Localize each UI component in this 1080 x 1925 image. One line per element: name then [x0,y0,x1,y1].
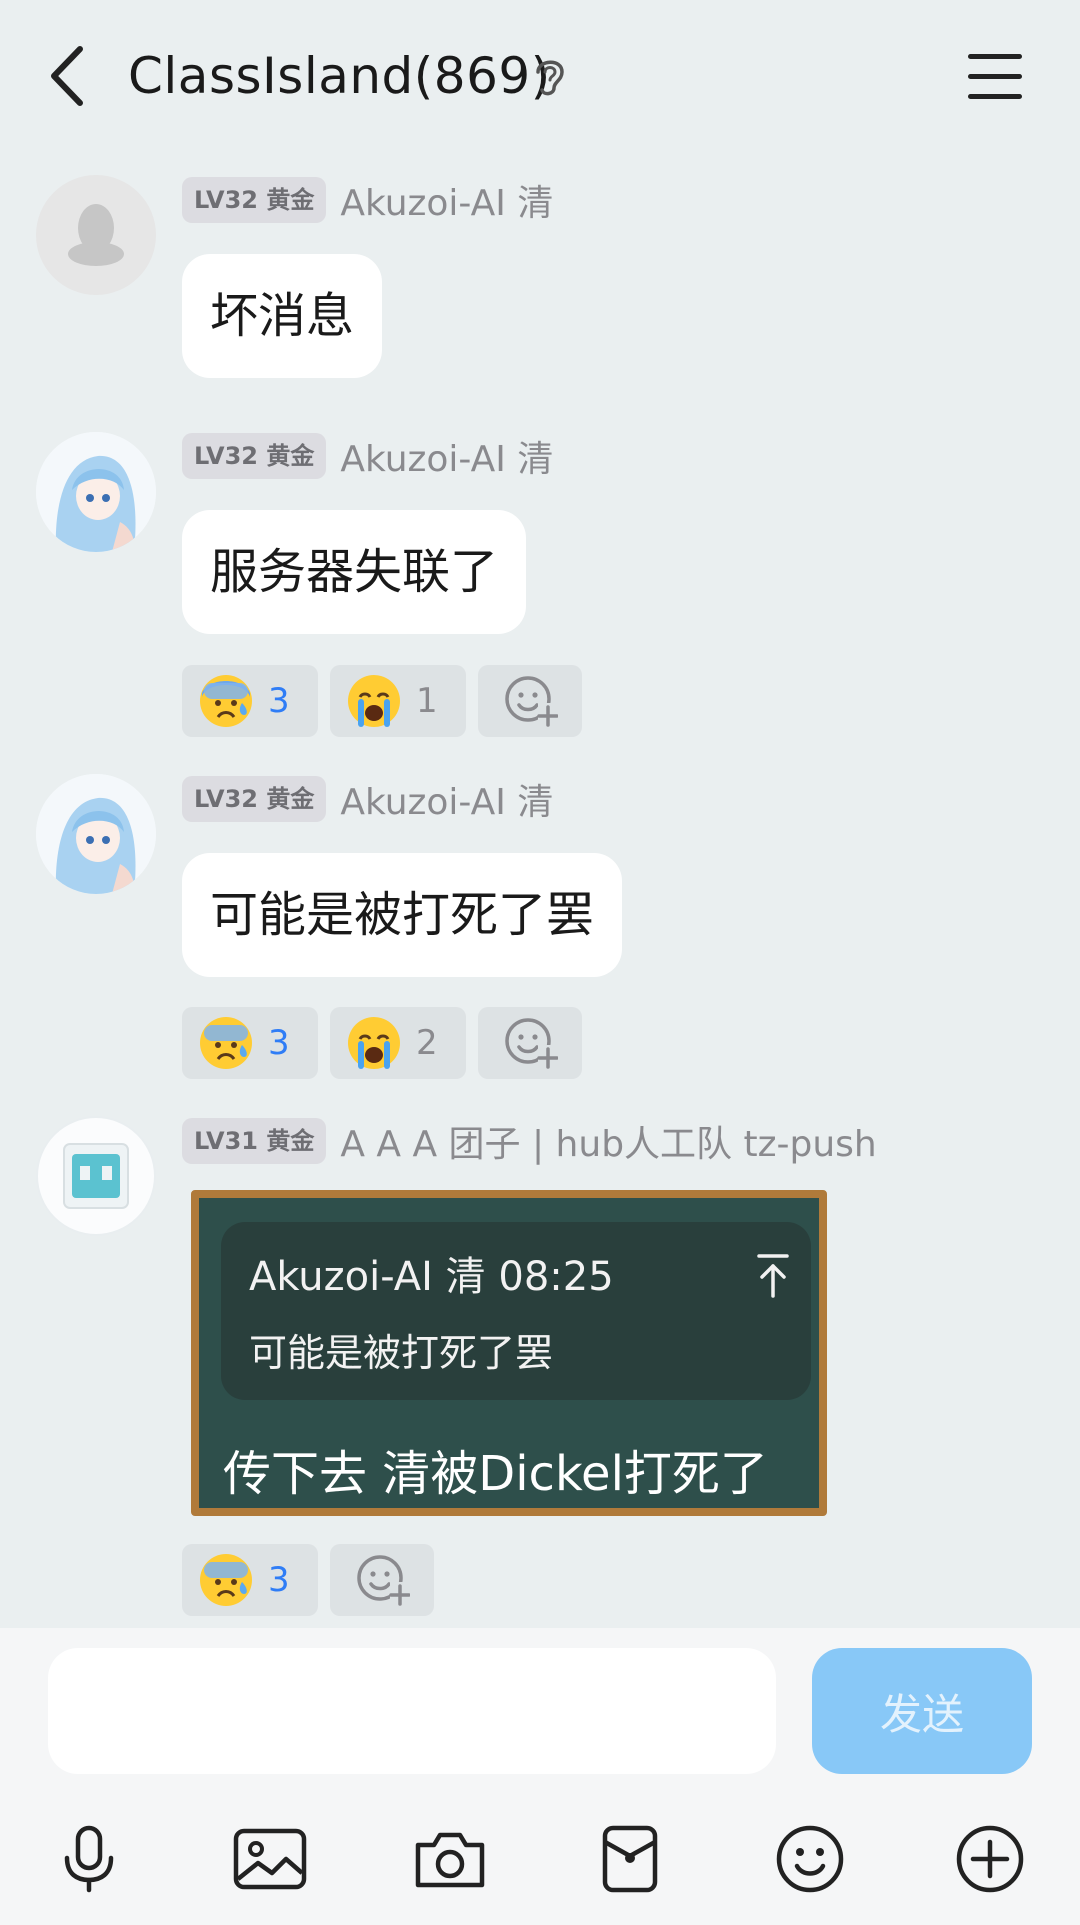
microphone-icon[interactable] [44,1814,134,1904]
level-badge: LV31 黄金 [182,1118,327,1164]
level-badge: LV32 黄金 [182,776,327,822]
anime-avatar-icon [36,432,156,552]
message-meta: LV31 黄金 A A A 团子 | hub人工队 tz-push [182,1117,877,1165]
reaction-bar: 3 1 [182,665,582,737]
quoted-message[interactable]: Akuzoi-AI 清 08:25 可能是被打死了罢 [221,1222,811,1400]
sender-name[interactable]: Akuzoi-AI 清 [340,174,553,226]
menu-button[interactable] [962,48,1028,104]
chat-title[interactable]: ClassIsland(869) [128,44,551,108]
reaction-chip[interactable]: 1 [330,665,466,737]
avatar[interactable] [36,774,156,894]
image-icon[interactable] [225,1814,315,1904]
reaction-count: 3 [268,1560,290,1600]
crying-face-emoji-icon [348,1017,400,1069]
penguin-icon [68,204,124,266]
anxious-face-emoji-icon [200,1017,252,1069]
message-meta: LV32 黄金 Akuzoi-AI 清 [182,176,553,224]
camera-icon[interactable] [405,1814,495,1904]
reaction-chip[interactable]: 3 [182,1007,318,1079]
avatar[interactable] [36,175,156,295]
avatar[interactable] [36,432,156,552]
sender-name[interactable]: Akuzoi-AI 清 [340,773,553,825]
reaction-bar: 3 [182,1544,434,1616]
quote-text: 可能是被打死了罢 [249,1331,554,1375]
robot-avatar-icon [63,1143,129,1209]
quote-meta: Akuzoi-AI 清 08:25 [249,1254,614,1300]
level-badge: LV32 黄金 [182,433,327,479]
message-bubble[interactable]: 服务器失联了 [182,510,527,634]
add-emoji-icon [357,1555,410,1606]
reaction-chip[interactable]: 3 [182,665,318,737]
anxious-face-emoji-icon [200,675,252,727]
add-reaction-button[interactable] [330,1544,434,1616]
emoji-icon[interactable] [765,1814,855,1904]
back-button[interactable] [36,40,96,112]
add-reaction-button[interactable] [478,665,582,737]
add-emoji-icon [505,676,558,727]
message-meta: LV32 黄金 Akuzoi-AI 清 [182,432,553,480]
reaction-chip[interactable]: 3 [182,1544,318,1616]
message-input[interactable] [48,1648,776,1774]
sender-name[interactable]: Akuzoi-AI 清 [340,430,553,482]
reaction-bar: 3 2 [182,1007,582,1079]
sender-name[interactable]: A A A 团子 | hub人工队 tz-push [340,1115,876,1167]
anime-avatar-icon [36,774,156,894]
add-reaction-button[interactable] [478,1007,582,1079]
chevron-left-icon [51,46,83,106]
reaction-count: 1 [416,681,438,721]
jump-to-original-icon[interactable] [753,1252,793,1300]
level-badge: LV32 黄金 [182,177,327,223]
reaction-count: 3 [268,681,290,721]
add-emoji-icon [505,1018,558,1069]
avatar[interactable] [36,1116,156,1236]
reaction-chip[interactable]: 2 [330,1007,466,1079]
chat-header: ClassIsland(869) [0,0,1080,150]
plus-icon[interactable] [945,1814,1035,1904]
anxious-face-emoji-icon [200,1554,252,1606]
send-button[interactable]: 发送 [812,1648,1032,1774]
reaction-count: 2 [416,1023,438,1063]
input-toolbar [0,1790,1080,1925]
message-text: 传下去 清被Dickel打死了 [223,1446,768,1502]
reaction-count: 3 [268,1023,290,1063]
hamburger-menu-icon [968,54,1022,99]
message-input-bar: 发送 [0,1628,1080,1790]
message-bubble[interactable]: 坏消息 [182,254,383,378]
crying-face-emoji-icon [348,675,400,727]
chalkboard-message-bubble[interactable]: Akuzoi-AI 清 08:25 可能是被打死了罢 传下去 清被Dickel打… [191,1190,827,1516]
ear-icon[interactable] [530,54,570,98]
message-bubble[interactable]: 可能是被打死了罢 [182,853,623,977]
message-meta: LV32 黄金 Akuzoi-AI 清 [182,775,553,823]
red-packet-icon[interactable] [585,1814,675,1904]
